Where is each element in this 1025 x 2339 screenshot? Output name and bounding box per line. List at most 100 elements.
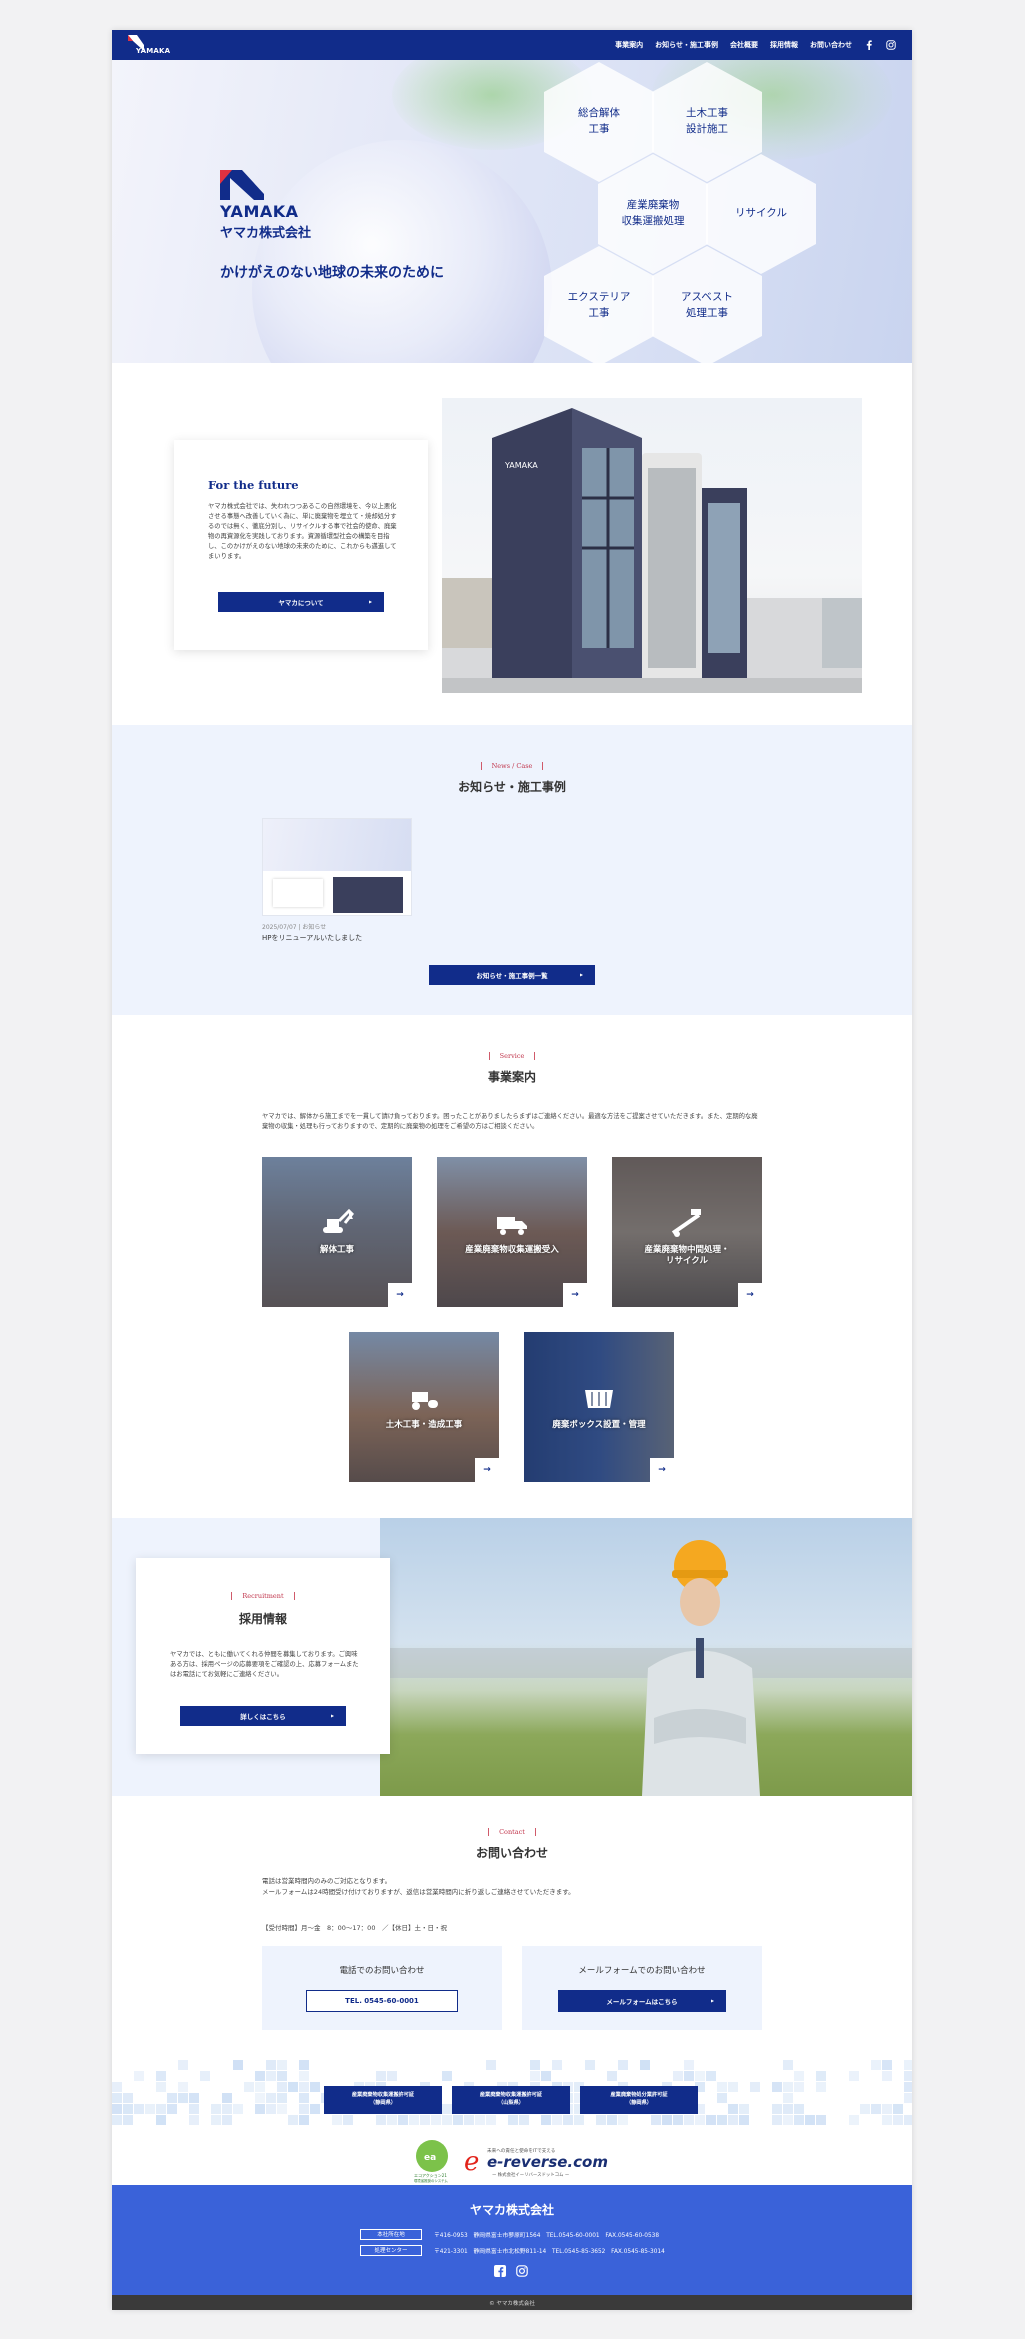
- mosaic-tile: [299, 2071, 309, 2081]
- site-header: YAMAKA 事業案内 お知らせ・施工事例 会社概要 採用情報 お問い合わせ: [112, 30, 912, 60]
- arrow-right-icon[interactable]: →: [738, 1283, 762, 1307]
- arrow-right-icon[interactable]: →: [650, 1458, 674, 1482]
- instagram-icon[interactable]: [886, 40, 896, 50]
- mosaic-tile: [475, 2115, 485, 2125]
- service-card-demolition[interactable]: 解体工事 →: [262, 1157, 412, 1307]
- mosaic-tile: [783, 2104, 793, 2114]
- mosaic-tile: [904, 2093, 912, 2103]
- service-card-recycle[interactable]: 産業廃棄物中間処理・ リサイクル →: [612, 1157, 762, 1307]
- mosaic-tile: [244, 2082, 254, 2092]
- footer-processing-center: 処理センター 〒421-3301 静岡県富士市北松野811-14 TEL.054…: [360, 2243, 665, 2257]
- arrow-icon: ▸: [368, 598, 372, 606]
- mosaic-tile: [893, 2115, 903, 2125]
- nav-recruit[interactable]: 採用情報: [770, 40, 798, 50]
- mosaic-tile: [431, 2115, 441, 2125]
- mosaic-tile: [508, 2115, 518, 2125]
- recruit-heading: 採用情報: [238, 1612, 287, 1626]
- mosaic-tile: [277, 2082, 287, 2092]
- service-card-waste-box[interactable]: 廃棄ボックス設置・管理 →: [524, 1332, 674, 1482]
- mosaic-tile: [706, 2071, 716, 2081]
- mosaic-tile: [849, 2115, 859, 2125]
- e-reverse-name: e-reverse.com: [487, 2153, 608, 2171]
- mosaic-tile: [112, 2082, 122, 2092]
- mosaic-tile: [387, 2071, 397, 2081]
- tel-button[interactable]: TEL. 0545-60-0001: [306, 1990, 458, 2012]
- contact-heading: お問い合わせ: [475, 1846, 548, 1860]
- mosaic-tile: [288, 2082, 298, 2092]
- mosaic-tile: [200, 2071, 210, 2081]
- mosaic-tile: [717, 2115, 727, 2125]
- mosaic-tile: [596, 2115, 606, 2125]
- nav-service[interactable]: 事業案内: [615, 40, 643, 50]
- mosaic-tile: [486, 2115, 496, 2125]
- service-card-civil[interactable]: 土木工事・造成工事 →: [349, 1332, 499, 1482]
- mosaic-tile: [464, 2115, 474, 2125]
- arrow-right-icon[interactable]: →: [475, 1458, 499, 1482]
- mosaic-tile: [266, 2093, 276, 2103]
- news-date: 2025/07/07 | お知らせ: [262, 924, 327, 931]
- svg-text:ea: ea: [424, 2153, 436, 2163]
- mosaic-tile: [552, 2115, 562, 2125]
- permit-yamanashi-collection-button[interactable]: 産業廃棄物収集運搬許可証 （山梨県）: [452, 2086, 570, 2114]
- mosaic-tile: [442, 2104, 452, 2114]
- mosaic-tile: [695, 2071, 705, 2081]
- mosaic-tile: [530, 2071, 540, 2081]
- mosaic-tile: [255, 2082, 265, 2092]
- mosaic-tile: [255, 2093, 265, 2103]
- mosaic-tile: [805, 2115, 815, 2125]
- about-card: For the future ヤマカ株式会社では、失われつつあるこの自然環境を、…: [174, 440, 428, 650]
- nav-contact[interactable]: お問い合わせ: [810, 40, 852, 50]
- recruit-card: Recruitment 採用情報 ヤマカでは、ともに働いてくれる仲間を募集してお…: [136, 1558, 390, 1754]
- arrow-right-icon[interactable]: →: [563, 1283, 587, 1307]
- footer-logo[interactable]: ヤマカ株式会社: [112, 2201, 912, 2218]
- mosaic-tile: [607, 2071, 617, 2081]
- service-lead: ヤマカでは、解体から施工までを一貫して請け負っております。困ったことがありました…: [262, 1113, 758, 1131]
- arrow-icon: ▸: [579, 971, 583, 979]
- mosaic-tile: [772, 2082, 782, 2092]
- mosaic-tile: [728, 2104, 738, 2114]
- arrow-right-icon[interactable]: →: [388, 1283, 412, 1307]
- mosaic-tile: [134, 2104, 144, 2114]
- nav-news[interactable]: お知らせ・施工事例: [655, 40, 718, 50]
- certification-logos: ea エコアクション21 環境省推奨のシステム e 未来への責任と使命をITで支…: [412, 2138, 632, 2184]
- permit-shizuoka-disposal-button[interactable]: 産業廃棄物処分業許可証 （静岡県）: [580, 2086, 698, 2114]
- mosaic-tile: [167, 2104, 177, 2114]
- service-card-collection[interactable]: 産業廃棄物収集運搬受入 →: [437, 1157, 587, 1307]
- mosaic-tile: [783, 2115, 793, 2125]
- news-thumbnail[interactable]: [262, 818, 412, 916]
- news-title[interactable]: HPをリニューアルいたしました: [262, 933, 362, 943]
- footer-instagram-icon[interactable]: [516, 2265, 528, 2277]
- mosaic-tile: [189, 2104, 199, 2114]
- news-list-button[interactable]: お知らせ・施工事例一覧 ▸: [429, 965, 595, 985]
- mosaic-tile: [288, 2115, 298, 2125]
- mosaic-tile: [728, 2115, 738, 2125]
- mosaic-tile: [442, 2071, 452, 2081]
- mosaic-tile: [310, 2104, 320, 2114]
- mosaic-tile: [299, 2104, 309, 2114]
- mosaic-tile: [541, 2071, 551, 2081]
- mosaic-tile: [772, 2115, 782, 2125]
- page: YAMAKA 事業案内 お知らせ・施工事例 会社概要 採用情報 お問い合わせ Y…: [112, 30, 912, 2310]
- nav-company[interactable]: 会社概要: [730, 40, 758, 50]
- mosaic-tile: [783, 2082, 793, 2092]
- footer-head-office: 本社所在地 〒416-0953 静岡県富士市蓼原町1564 TEL.0545-6…: [360, 2227, 659, 2241]
- permit-shizuoka-collection-button[interactable]: 産業廃棄物収集運搬許可証 （静岡県）: [324, 2086, 442, 2114]
- mosaic-tile: [398, 2115, 408, 2125]
- facebook-icon[interactable]: [864, 40, 874, 50]
- mosaic-tile: [706, 2115, 716, 2125]
- header-logo[interactable]: YAMAKA: [128, 35, 172, 55]
- footer-facebook-icon[interactable]: [494, 2265, 506, 2277]
- about-button[interactable]: ヤマカについて ▸: [218, 592, 384, 612]
- mosaic-tile: [277, 2071, 287, 2081]
- mosaic-tile: [211, 2104, 221, 2114]
- mosaic-tile: [684, 2115, 694, 2125]
- mail-form-button[interactable]: メールフォームはこちら ▸: [558, 1990, 726, 2012]
- mail-box: メールフォームでのお問い合わせ メールフォームはこちら ▸: [522, 1946, 762, 2030]
- roller-icon: [412, 1392, 438, 1410]
- mosaic-tile: [519, 2115, 529, 2125]
- mosaic-tile: [233, 2060, 243, 2070]
- recruit-button[interactable]: 詳しくはこちら ▸: [180, 1706, 346, 1726]
- mosaic-tile: [882, 2071, 892, 2081]
- arrow-icon: ▸: [710, 1997, 714, 2005]
- mosaic-tile: [266, 2060, 276, 2070]
